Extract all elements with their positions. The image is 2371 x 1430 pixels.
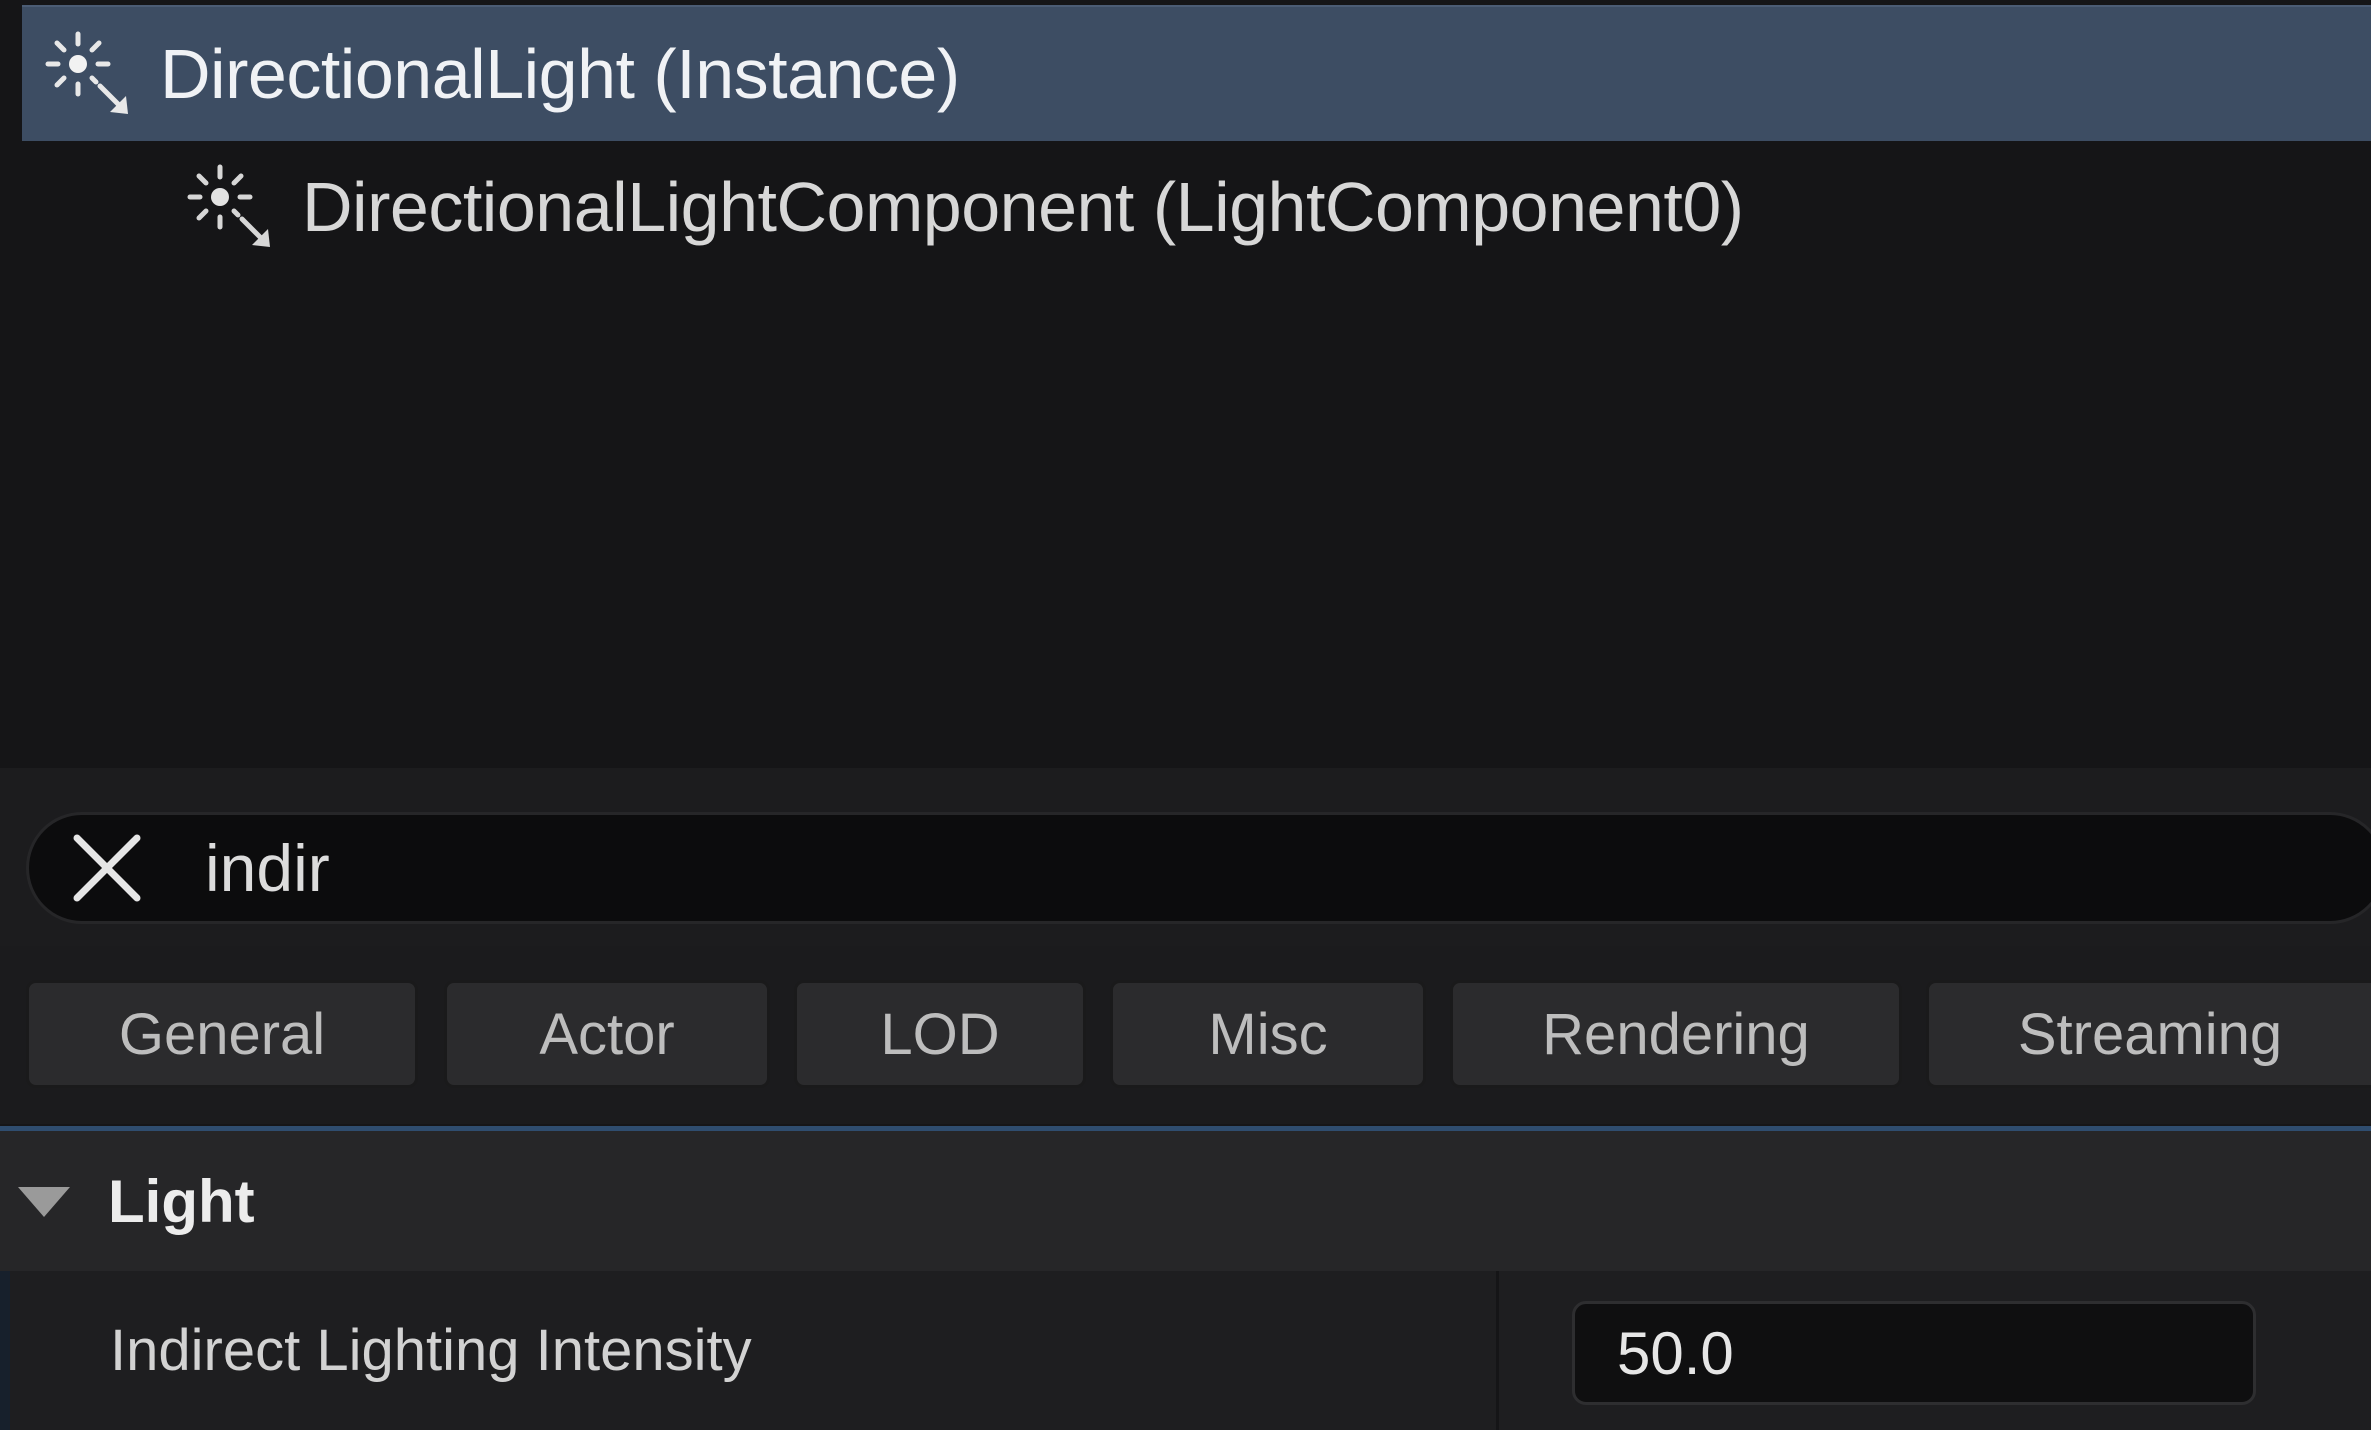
section-header-light[interactable]: Light bbox=[0, 1131, 2371, 1271]
property-row-indirect-lighting-intensity: Indirect Lighting Intensity bbox=[0, 1271, 2371, 1430]
close-icon bbox=[73, 834, 141, 902]
directional-light-icon bbox=[45, 31, 128, 114]
tree-item-directional-light-component[interactable]: DirectionalLightComponent (LightComponen… bbox=[180, 140, 2360, 274]
filter-button-lod[interactable]: LOD bbox=[794, 980, 1086, 1088]
directional-light-icon bbox=[187, 164, 270, 247]
component-tree: DirectionalLight (Instance) DirectionalL… bbox=[0, 0, 2371, 768]
filter-button-actor[interactable]: Actor bbox=[444, 980, 770, 1088]
search-input[interactable] bbox=[205, 818, 2105, 918]
filter-button-rendering[interactable]: Rendering bbox=[1450, 980, 1902, 1088]
clear-search-button[interactable] bbox=[57, 818, 157, 918]
filter-button-general[interactable]: General bbox=[26, 980, 418, 1088]
tree-item-label: DirectionalLight (Instance) bbox=[160, 35, 960, 113]
details-search-box bbox=[26, 812, 2371, 924]
column-splitter[interactable] bbox=[1496, 1271, 1499, 1430]
indirect-lighting-intensity-input[interactable] bbox=[1572, 1301, 2256, 1405]
details-panel: DirectionalLight (Instance) DirectionalL… bbox=[0, 0, 2371, 1430]
property-label: Indirect Lighting Intensity bbox=[110, 1318, 752, 1383]
caret-down-icon bbox=[18, 1187, 70, 1217]
tree-item-directional-light[interactable]: DirectionalLight (Instance) bbox=[22, 5, 2371, 141]
tree-item-label: DirectionalLightComponent (LightComponen… bbox=[302, 168, 1744, 246]
section-title: Light bbox=[108, 1167, 255, 1235]
row-indent-bar bbox=[0, 1271, 10, 1430]
filter-button-streaming[interactable]: Streaming bbox=[1926, 980, 2371, 1088]
filter-button-misc[interactable]: Misc bbox=[1110, 980, 1426, 1088]
